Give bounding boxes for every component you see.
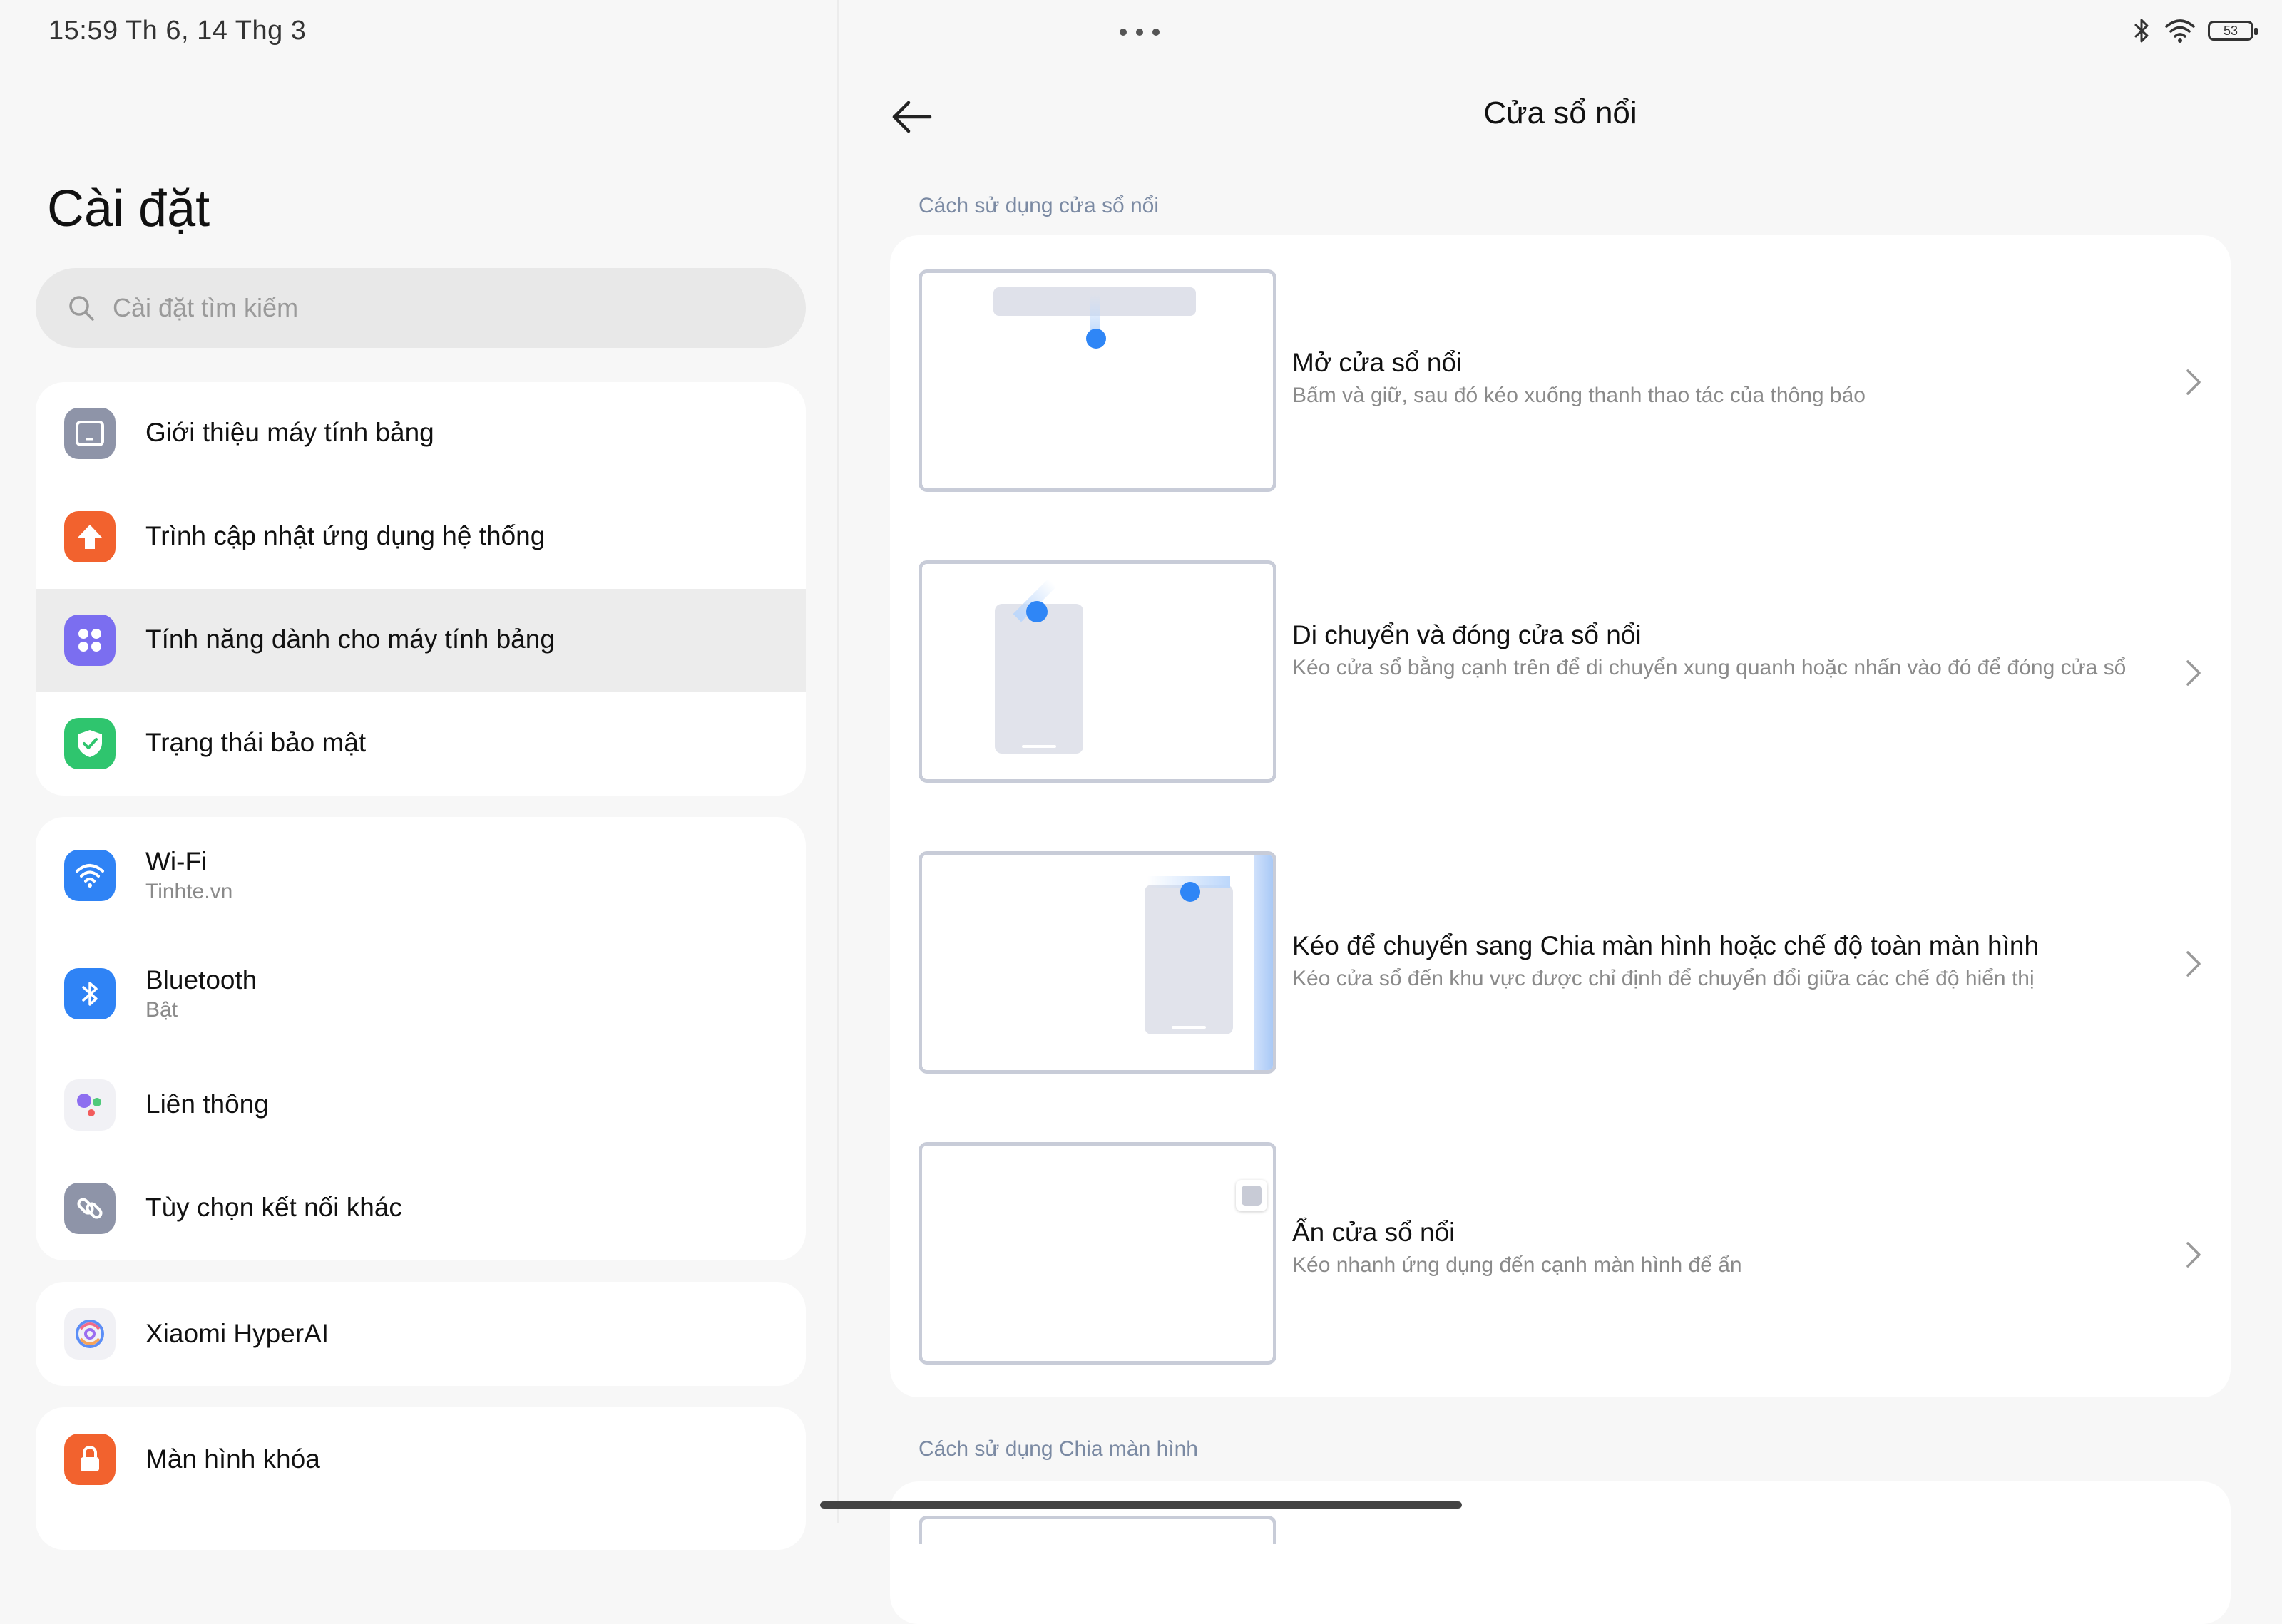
illustration-drag-split xyxy=(919,851,1276,1074)
link-icon xyxy=(64,1183,116,1234)
settings-item-wifi[interactable]: Wi-Fi Tinhte.vn xyxy=(36,817,806,935)
bluetooth-status-icon xyxy=(2134,19,2149,43)
row-desc: Kéo nhanh ứng dụng đến cạnh màn hình để … xyxy=(1292,1253,1742,1277)
search-placeholder: Cài đặt tìm kiếm xyxy=(113,293,299,322)
battery-level: 53 xyxy=(2223,23,2238,38)
settings-item-lock-screen[interactable]: Màn hình khóa xyxy=(36,1407,806,1511)
page-title: Cài đặt xyxy=(47,180,210,237)
row-desc: Kéo cửa sổ đến khu vực được chỉ định để … xyxy=(1292,967,2035,990)
item-sub: Bật xyxy=(145,998,178,1022)
illustration-open-floating xyxy=(919,269,1276,492)
chevron-right-icon xyxy=(2186,660,2201,686)
search-bar[interactable]: Cài đặt tìm kiếm xyxy=(36,268,806,348)
row-title: Kéo để chuyển sang Chia màn hình hoặc ch… xyxy=(1292,931,2040,960)
settings-group-ai: Xiaomi HyperAI xyxy=(36,1282,806,1386)
status-time-date: 15:59 Th 6, 14 Thg 3 xyxy=(48,16,307,46)
row-desc: Bấm và giữ, sau đó kéo xuống thanh thao … xyxy=(1292,384,1866,407)
illustration-split-screen xyxy=(919,1516,1276,1544)
wifi-icon xyxy=(64,850,116,901)
status-icons: 53 xyxy=(2131,17,2258,44)
row-hide-floating[interactable]: Ẩn cửa sổ nổi Kéo nhanh ứng dụng đến cạn… xyxy=(890,1108,2231,1365)
settings-item-tablet-features[interactable]: Tính năng dành cho máy tính bảng xyxy=(36,589,806,692)
floating-window-card: Mở cửa sổ nổi Bấm và giữ, sau đó kéo xuố… xyxy=(890,235,2231,1397)
chevron-right-icon xyxy=(2186,369,2201,395)
illustration-hide-floating xyxy=(919,1142,1276,1365)
settings-item-security-status[interactable]: Trạng thái bảo mật xyxy=(36,692,806,796)
item-label: Trạng thái bảo mật xyxy=(145,728,367,757)
shield-check-icon xyxy=(64,718,116,769)
item-label: Màn hình khóa xyxy=(145,1444,320,1474)
update-arrow-icon xyxy=(64,511,116,562)
item-label: Tính năng dành cho máy tính bảng xyxy=(145,625,555,654)
settings-item-more-connections[interactable]: Tùy chọn kết nối khác xyxy=(36,1157,806,1260)
section-label-floating: Cách sử dụng cửa sổ nổi xyxy=(919,194,1160,217)
floating-window-pane: 53 Cửa sổ nổi Cách sử dụng cửa sổ nổi Mở… xyxy=(839,0,2282,1624)
grid-dots-icon xyxy=(64,615,116,666)
settings-group-lockscreen: Màn hình khóa xyxy=(36,1407,806,1550)
tablet-icon xyxy=(64,408,116,459)
row-move-close-floating[interactable]: Di chuyển và đóng cửa sổ nổi Kéo cửa sổ … xyxy=(890,526,2231,783)
search-icon xyxy=(69,296,94,321)
row-desc: Kéo cửa sổ bằng cạnh trên để di chuyển x… xyxy=(1292,656,2127,679)
item-label: Trình cập nhật ứng dụng hệ thống xyxy=(145,521,546,550)
interconnect-icon xyxy=(64,1079,116,1131)
row-title: Di chuyển và đóng cửa sổ nổi xyxy=(1292,620,1642,649)
lock-icon xyxy=(64,1434,116,1485)
multitask-handle-dots[interactable] xyxy=(1118,27,1161,41)
row-open-floating-window[interactable]: Mở cửa sổ nổi Bấm và giữ, sau đó kéo xuố… xyxy=(890,235,2231,492)
item-label: Xiaomi HyperAI xyxy=(145,1319,329,1348)
settings-item-interconnect[interactable]: Liên thông xyxy=(36,1054,806,1157)
item-sub: Tinhte.vn xyxy=(145,880,233,903)
settings-item-bluetooth[interactable]: Bluetooth Bật xyxy=(36,935,806,1054)
settings-item-about-tablet[interactable]: Giới thiệu máy tính bảng xyxy=(36,382,806,485)
battery-icon: 53 xyxy=(2208,21,2258,41)
settings-list-pane: 15:59 Th 6, 14 Thg 3 Cài đặt Cài đặt tìm… xyxy=(0,0,837,1550)
row-title: Ẩn cửa sổ nổi xyxy=(1292,1218,1455,1247)
item-label: Liên thông xyxy=(145,1089,269,1119)
home-gesture-bar[interactable] xyxy=(820,1501,1462,1509)
hyperai-icon xyxy=(64,1308,116,1360)
item-label: Giới thiệu máy tính bảng xyxy=(145,418,434,447)
settings-group-device: Giới thiệu máy tính bảng Trình cập nhật … xyxy=(36,382,806,796)
settings-group-connectivity: Wi-Fi Tinhte.vn Bluetooth Bật Liên thông… xyxy=(36,817,806,1260)
item-label: Wi-Fi xyxy=(145,847,208,876)
bluetooth-icon xyxy=(64,968,116,1019)
item-label: Bluetooth xyxy=(145,965,257,995)
settings-item-system-app-updater[interactable]: Trình cập nhật ứng dụng hệ thống xyxy=(36,485,806,589)
item-label: Tùy chọn kết nối khác xyxy=(145,1193,402,1222)
section-label-split-screen: Cách sử dụng Chia màn hình xyxy=(919,1437,1198,1461)
illustration-move-close xyxy=(919,560,1276,783)
chevron-right-icon xyxy=(2186,1242,2201,1268)
row-drag-split-fullscreen[interactable]: Kéo để chuyển sang Chia màn hình hoặc ch… xyxy=(890,817,2231,1074)
page-title: Cửa sổ nổi xyxy=(1483,96,1637,130)
row-title: Mở cửa sổ nổi xyxy=(1292,348,1463,377)
wifi-status-icon xyxy=(2165,19,2195,43)
chevron-right-icon xyxy=(2186,951,2201,977)
settings-item-hyperai[interactable]: Xiaomi HyperAI xyxy=(36,1282,806,1386)
